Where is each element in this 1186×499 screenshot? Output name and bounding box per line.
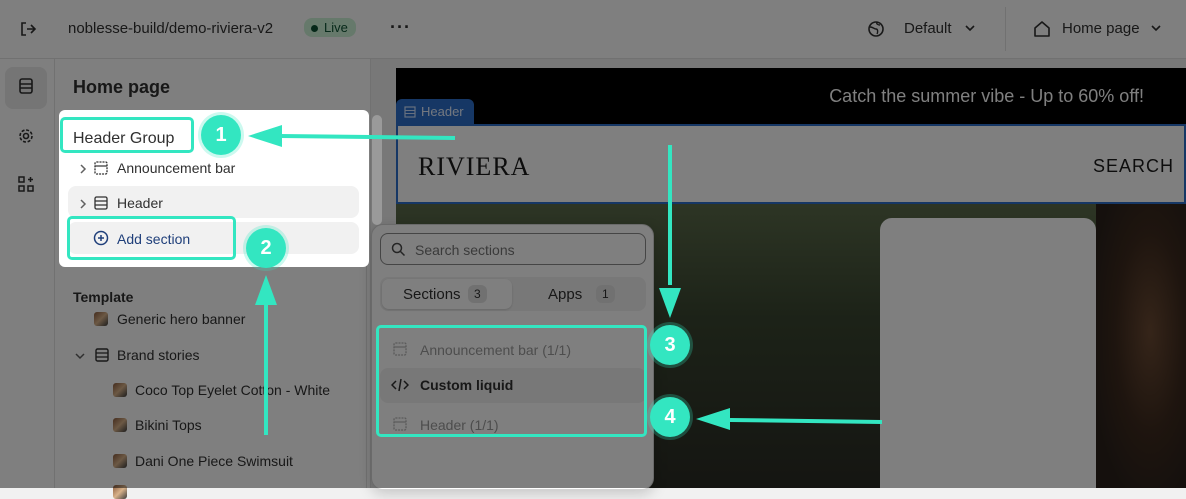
step-marker-2: 2	[246, 228, 286, 268]
annotation-arrows	[248, 125, 883, 435]
step-marker-3: 3	[650, 325, 690, 365]
step-marker-1: 1	[201, 115, 241, 155]
step-marker-4: 4	[650, 397, 690, 437]
